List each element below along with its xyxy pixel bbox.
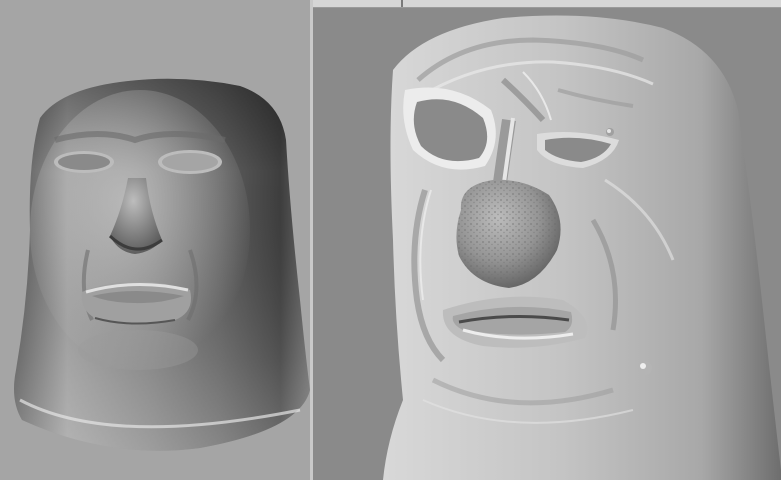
viewport-left[interactable] xyxy=(0,0,310,480)
header-tick xyxy=(401,0,403,7)
viewport-right[interactable] xyxy=(313,0,781,480)
sculpted-mesh-render xyxy=(383,15,781,480)
viewport-header-bar xyxy=(313,0,781,8)
base-mesh-render xyxy=(14,78,310,451)
